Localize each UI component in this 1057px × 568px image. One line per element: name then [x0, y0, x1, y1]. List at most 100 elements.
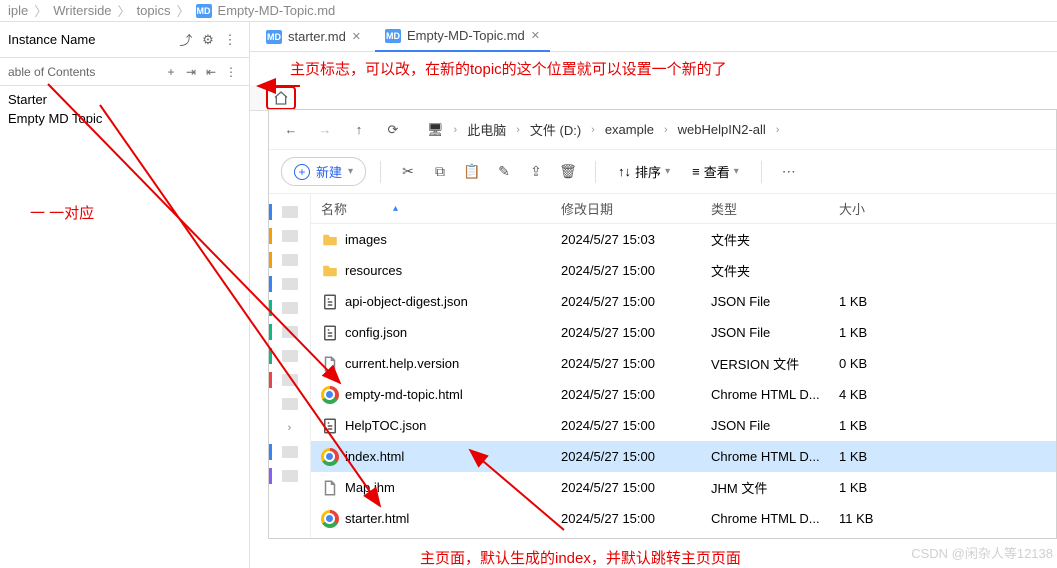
ide-breadcrumb: iple〉 Writerside〉 topics〉 MD Empty-MD-To… [0, 0, 1057, 22]
toc-label: able of Contents [8, 65, 161, 79]
cut-icon[interactable]: ✂ [395, 159, 421, 185]
pc-icon: 🖥 [427, 122, 444, 138]
copy-icon[interactable]: ⧉ [427, 159, 453, 185]
more-icon[interactable]: ⋮ [221, 62, 241, 82]
table-row[interactable]: images2024/5/27 15:03文件夹 [311, 224, 1056, 255]
folder-icon [321, 262, 339, 280]
file-size: 1 KB [839, 418, 919, 433]
file-date: 2024/5/27 15:00 [561, 511, 711, 526]
gear-icon[interactable]: ⚙ [197, 29, 219, 51]
crumb[interactable]: 文件 (D:) [530, 120, 581, 139]
sort-label: 排序 [635, 162, 661, 181]
tab-starter[interactable]: MD starter.md ✕ [256, 22, 371, 52]
more-icon[interactable]: ⋮ [219, 29, 241, 51]
file-name: Map.jhm [345, 480, 395, 495]
file-type: JSON File [711, 418, 839, 433]
exit-icon[interactable]: ⤴ [175, 29, 197, 51]
file-type: Chrome HTML D... [711, 449, 839, 464]
file-name: api-object-digest.json [345, 294, 468, 309]
view-button[interactable]: ≡ 查看 ▾ [684, 160, 747, 183]
wrap2-icon[interactable]: ⇤ [201, 62, 221, 82]
view-label: 查看 [704, 162, 730, 181]
back-icon[interactable]: ← [281, 122, 301, 137]
file-name: HelpTOC.json [345, 418, 426, 433]
col-name[interactable]: 名称 [321, 199, 347, 218]
table-row[interactable]: current.help.version2024/5/27 15:00VERSI… [311, 348, 1056, 379]
file-type: JSON File [711, 294, 839, 309]
file-size: 1 KB [839, 325, 919, 340]
crumb[interactable]: 此电脑 [467, 120, 506, 139]
file-name: resources [345, 263, 402, 278]
tab-empty-md[interactable]: MD Empty-MD-Topic.md ✕ [375, 22, 550, 52]
md-icon: MD [385, 29, 401, 43]
nav-strip[interactable]: › [269, 194, 311, 538]
md-icon: MD [196, 4, 212, 18]
paste-icon[interactable]: 📋 [459, 159, 485, 185]
tab-label: Empty-MD-Topic.md [407, 28, 525, 43]
table-row[interactable]: resources2024/5/27 15:00文件夹 [311, 255, 1056, 286]
md-icon: MD [266, 30, 282, 44]
share-icon[interactable]: ⇪ [523, 159, 549, 185]
file-name: starter.html [345, 511, 409, 526]
json-icon [321, 293, 339, 311]
file-size: 4 KB [839, 387, 919, 402]
home-icon[interactable] [266, 86, 296, 110]
delete-icon[interactable]: 🗑 [555, 159, 581, 185]
instance-label: Instance Name [8, 32, 175, 47]
forward-icon[interactable]: → [315, 122, 335, 137]
file-type: JHM 文件 [711, 478, 839, 497]
table-row[interactable]: empty-md-topic.html2024/5/27 15:00Chrome… [311, 379, 1056, 410]
toc-item-starter[interactable]: Starter [0, 90, 249, 109]
file-name: config.json [345, 325, 407, 340]
annotation-left: 一 一对应 [0, 202, 249, 223]
file-table: 名称▴ 修改日期 类型 大小 images2024/5/27 15:03文件夹r… [311, 194, 1056, 538]
crumb-seg[interactable]: Writerside [53, 3, 111, 18]
crumb-seg[interactable]: iple [8, 3, 28, 18]
up-icon[interactable]: ↑ [349, 122, 369, 137]
toc-header: able of Contents + ⇥ ⇤ ⋮ [0, 58, 249, 86]
file-name: current.help.version [345, 356, 459, 371]
address-bar[interactable]: 🖥› 此电脑› 文件 (D:)› example› webHelpIN2-all… [427, 120, 1044, 139]
file-date: 2024/5/27 15:00 [561, 449, 711, 464]
file-date: 2024/5/27 15:00 [561, 356, 711, 371]
table-row[interactable]: api-object-digest.json2024/5/27 15:00JSO… [311, 286, 1056, 317]
sort-button[interactable]: ↑↓ 排序 ▾ [610, 160, 678, 183]
file-name: empty-md-topic.html [345, 387, 463, 402]
wrap-icon[interactable]: ⇥ [181, 62, 201, 82]
table-row[interactable]: starter.html2024/5/27 15:00Chrome HTML D… [311, 503, 1056, 534]
file-type: JSON File [711, 325, 839, 340]
close-icon[interactable]: ✕ [352, 30, 361, 43]
toc-tree: Starter Empty MD Topic [0, 86, 249, 132]
table-header[interactable]: 名称▴ 修改日期 类型 大小 [311, 194, 1056, 224]
home-row [250, 85, 1057, 111]
left-panel: Instance Name ⤴ ⚙ ⋮ able of Contents + ⇥… [0, 22, 250, 568]
file-size: 1 KB [839, 480, 919, 495]
col-date[interactable]: 修改日期 [561, 199, 711, 218]
chrome-icon [321, 448, 339, 466]
file-date: 2024/5/27 15:03 [561, 232, 711, 247]
crumb-seg[interactable]: topics [137, 3, 171, 18]
crumb[interactable]: example [605, 122, 654, 137]
annotation-top: 主页标志，可以改，在新的topic的这个位置就可以设置一个新的了 [250, 52, 1057, 85]
right-panel: MD starter.md ✕ MD Empty-MD-Topic.md ✕ 主… [250, 22, 1057, 568]
add-icon[interactable]: + [161, 62, 181, 82]
table-row[interactable]: index.html2024/5/27 15:00Chrome HTML D..… [311, 441, 1056, 472]
crumb[interactable]: webHelpIN2-all [678, 122, 766, 137]
folder-icon [321, 231, 339, 249]
crumb-file[interactable]: Empty-MD-Topic.md [218, 3, 336, 18]
explorer-toolbar: +新建▾ ✂ ⧉ 📋 ✎ ⇪ 🗑 ↑↓ 排序 ▾ ≡ 查看 ▾ ⋯ [269, 150, 1056, 194]
rename-icon[interactable]: ✎ [491, 159, 517, 185]
file-size: 0 KB [839, 356, 919, 371]
close-icon[interactable]: ✕ [531, 29, 540, 42]
col-type[interactable]: 类型 [711, 199, 839, 218]
json-icon [321, 417, 339, 435]
file-type: Chrome HTML D... [711, 387, 839, 402]
more-icon[interactable]: ⋯ [776, 159, 802, 185]
table-row[interactable]: Map.jhm2024/5/27 15:00JHM 文件1 KB [311, 472, 1056, 503]
toc-item-empty[interactable]: Empty MD Topic [0, 109, 249, 128]
table-row[interactable]: config.json2024/5/27 15:00JSON File1 KB [311, 317, 1056, 348]
table-row[interactable]: HelpTOC.json2024/5/27 15:00JSON File1 KB [311, 410, 1056, 441]
col-size[interactable]: 大小 [839, 199, 919, 218]
new-button[interactable]: +新建▾ [281, 157, 366, 186]
refresh-icon[interactable]: ⟳ [383, 122, 403, 138]
